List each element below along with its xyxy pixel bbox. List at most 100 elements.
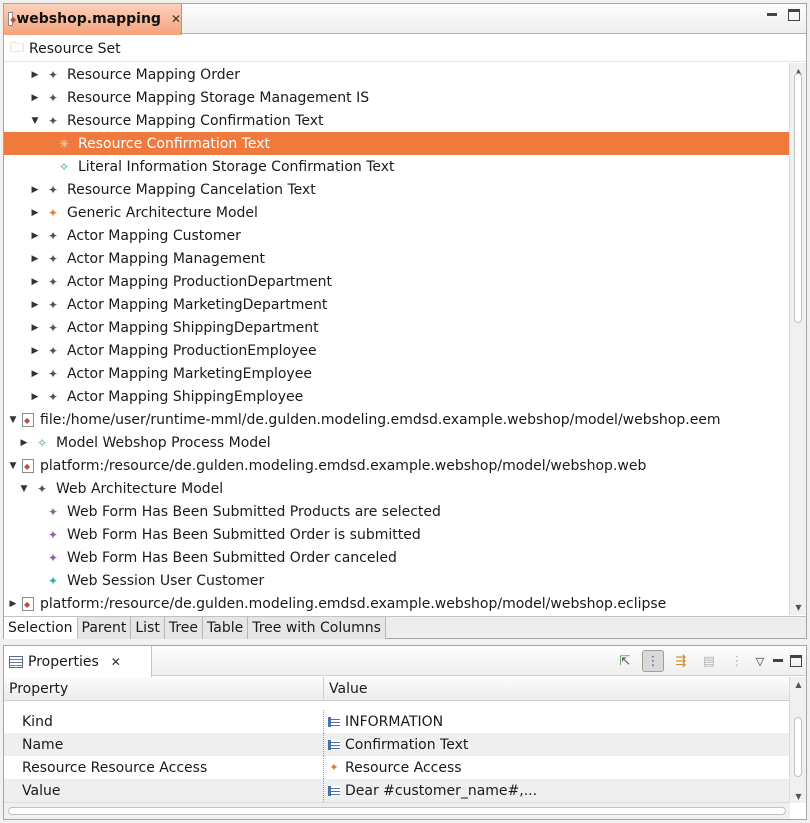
tree-item-label: Actor Mapping ProductionDepartment	[67, 273, 333, 290]
property-value-cell[interactable]: INFORMATION	[324, 714, 443, 730]
scroll-down-icon[interactable]: ▼	[790, 789, 807, 803]
tree-item[interactable]: ▼ ✦ Resource Mapping Confirmation Text	[4, 109, 789, 132]
minimize-icon[interactable]	[766, 9, 778, 21]
collapsed-arrow-icon[interactable]: ▶	[18, 437, 30, 449]
tree-item[interactable]: ✦ Web Session User Customer	[4, 569, 789, 592]
tree-scrollbar[interactable]: ▲ ▼	[789, 63, 806, 615]
tree-item[interactable]: ✦ Web Form Has Been Submitted Order cance…	[4, 546, 789, 569]
tree-item[interactable]: ▶ ✦ Actor Mapping ShippingEmployee	[4, 385, 789, 408]
breadcrumb[interactable]: 🗀 Resource Set	[4, 36, 806, 62]
collapsed-arrow-icon[interactable]: ▶	[29, 92, 41, 104]
property-row[interactable]: Resource Resource Access ✦ Resource Access	[4, 756, 790, 779]
editor-tab-webshop-mapping[interactable]: webshop.mapping ✕	[4, 4, 182, 35]
tree-item-label: file:/home/user/runtime-mml/de.gulden.mo…	[40, 411, 721, 428]
expanded-arrow-icon[interactable]: ▼	[18, 483, 30, 495]
collapsed-arrow-icon[interactable]: ▶	[29, 368, 41, 380]
pin-icon[interactable]: ⇱	[614, 650, 636, 672]
property-row[interactable]: Kind INFORMATION	[4, 710, 790, 733]
hscroll-thumb[interactable]	[8, 807, 786, 815]
properties-hscrollbar[interactable]	[4, 802, 790, 819]
tree-item[interactable]: ▶ ✦ Actor Mapping ShippingDepartment	[4, 316, 789, 339]
minimize-icon[interactable]	[772, 655, 784, 667]
tree-item[interactable]: ✳ Resource Confirmation Text	[4, 132, 789, 155]
resource-tree[interactable]: ▶ ✦ Resource Mapping Order ▶ ✦ Resource Mappi…	[4, 63, 789, 615]
property-row[interactable]: Name Confirmation Text	[4, 733, 790, 756]
model-element-icon: ✦	[47, 182, 59, 197]
view-menu-icon[interactable]: ▽	[754, 650, 766, 672]
collapsed-arrow-icon[interactable]: ▶	[29, 253, 41, 265]
scroll-thumb[interactable]	[794, 73, 802, 323]
tree-item[interactable]: ✧ Literal Information Storage Confirmatio…	[4, 155, 789, 178]
editor-page-tabs: Selection Parent List Tree Table Tree with Co…	[4, 616, 806, 639]
collapsed-arrow-icon[interactable]: ▶	[29, 184, 41, 196]
tree-item[interactable]: ▶ ✧ Model Webshop Process Model	[4, 431, 789, 454]
model-element-icon: ✦	[47, 343, 59, 358]
property-value-cell[interactable]: Confirmation Text	[324, 737, 468, 753]
property-row[interactable]: Value Dear #customer_name#,...	[4, 779, 790, 802]
tree-item[interactable]: ▶ ✦ Actor Mapping ProductionDepartment	[4, 270, 789, 293]
collapsed-arrow-icon[interactable]: ▶	[29, 322, 41, 334]
page-tab-parent[interactable]: Parent	[77, 617, 132, 639]
expanded-arrow-icon[interactable]: ▼	[29, 115, 41, 127]
collapsed-arrow-icon[interactable]: ▶	[7, 598, 19, 610]
tree-item[interactable]: ▶ ✦ Resource Mapping Cancelation Text	[4, 178, 789, 201]
collapsed-arrow-icon[interactable]: ▶	[29, 345, 41, 357]
maximize-icon[interactable]	[788, 9, 800, 21]
tree-item[interactable]: ▶ ✦ Actor Mapping MarketingEmployee	[4, 362, 789, 385]
scroll-thumb[interactable]	[794, 717, 802, 777]
collapsed-arrow-icon[interactable]: ▶	[29, 276, 41, 288]
show-advanced-icon[interactable]: ⇶	[670, 650, 692, 672]
tree-item[interactable]: ✦ Web Form Has Been Submitted Order is su…	[4, 523, 789, 546]
tree-item-label: Actor Mapping MarketingEmployee	[67, 365, 312, 382]
collapsed-arrow-icon[interactable]: ▶	[29, 391, 41, 403]
page-tab-table[interactable]: Table	[203, 617, 249, 639]
show-categories-icon[interactable]: ⋮	[642, 650, 664, 672]
mapping-file-icon	[8, 12, 17, 26]
tree-item-label: Actor Mapping ShippingDepartment	[67, 319, 319, 336]
close-icon[interactable]: ✕	[109, 655, 123, 669]
properties-icon	[9, 655, 23, 668]
column-header-property[interactable]: Property	[4, 677, 324, 701]
property-value-cell[interactable]: Dear #customer_name#,...	[324, 783, 537, 799]
tree-item[interactable]: ▶ ✦ Actor Mapping Customer	[4, 224, 789, 247]
page-tab-list[interactable]: List	[131, 617, 165, 639]
expanded-arrow-icon[interactable]: ▼	[7, 414, 19, 426]
collapsed-arrow-icon[interactable]: ▶	[29, 207, 41, 219]
property-name: Name	[4, 733, 324, 756]
scroll-down-icon[interactable]: ▼	[790, 599, 807, 615]
model-element-icon: ✦	[47, 573, 59, 588]
property-value-cell[interactable]: ✦ Resource Access	[324, 760, 461, 776]
tree-item[interactable]: ▼ ✦ Web Architecture Model	[4, 477, 789, 500]
tree-item-label: Actor Mapping Management	[67, 250, 266, 267]
model-element-icon: ✦	[47, 228, 59, 243]
tree-item[interactable]: ▶ platform:/resource/de.gulden.modeling.e…	[4, 592, 789, 615]
page-tab-tree[interactable]: Tree	[164, 617, 204, 639]
tree-item[interactable]: ▶ ✦ Generic Architecture Model	[4, 201, 789, 224]
scroll-up-icon[interactable]: ▲	[790, 677, 807, 691]
properties-scrollbar[interactable]: ▲ ▼	[789, 677, 806, 803]
reference-icon: ✦	[329, 761, 339, 774]
tree-item[interactable]: ▶ ✦ Actor Mapping MarketingDepartment	[4, 293, 789, 316]
tree-item[interactable]: ▶ ✦ Actor Mapping Management	[4, 247, 789, 270]
expanded-arrow-icon[interactable]: ▼	[7, 460, 19, 472]
editor-panel: webshop.mapping ✕ 🗀 Resource Set ▶ ✦ Resou…	[3, 3, 807, 639]
collapsed-arrow-icon[interactable]: ▶	[29, 230, 41, 242]
tree-item[interactable]: ✦ Web Form Has Been Submitted Products ar…	[4, 500, 789, 523]
close-icon[interactable]: ✕	[171, 12, 181, 26]
tree-item[interactable]: ▼ platform:/resource/de.gulden.modeling.e…	[4, 454, 789, 477]
column-header-value[interactable]: Value	[324, 677, 367, 701]
page-tab-selection[interactable]: Selection	[4, 617, 78, 639]
properties-table: Property Value Kind INFORMATION Name Confir…	[4, 677, 790, 803]
properties-tab[interactable]: Properties ✕	[4, 646, 152, 677]
tree-item[interactable]: ▼ file:/home/user/runtime-mml/de.gulden.m…	[4, 408, 789, 431]
collapsed-arrow-icon[interactable]: ▶	[29, 69, 41, 81]
collapsed-arrow-icon[interactable]: ▶	[29, 299, 41, 311]
model-element-icon: ✦	[47, 67, 59, 82]
tree-item[interactable]: ▶ ✦ Actor Mapping ProductionEmployee	[4, 339, 789, 362]
maximize-icon[interactable]	[790, 655, 802, 667]
tree-item[interactable]: ▶ ✦ Resource Mapping Order	[4, 63, 789, 86]
property-name: Kind	[4, 710, 324, 733]
tree-item[interactable]: ▶ ✦ Resource Mapping Storage Management IS	[4, 86, 789, 109]
tree-item-label: Resource Mapping Storage Management IS	[67, 89, 370, 106]
page-tab-tree-with-columns[interactable]: Tree with Columns	[248, 617, 386, 639]
